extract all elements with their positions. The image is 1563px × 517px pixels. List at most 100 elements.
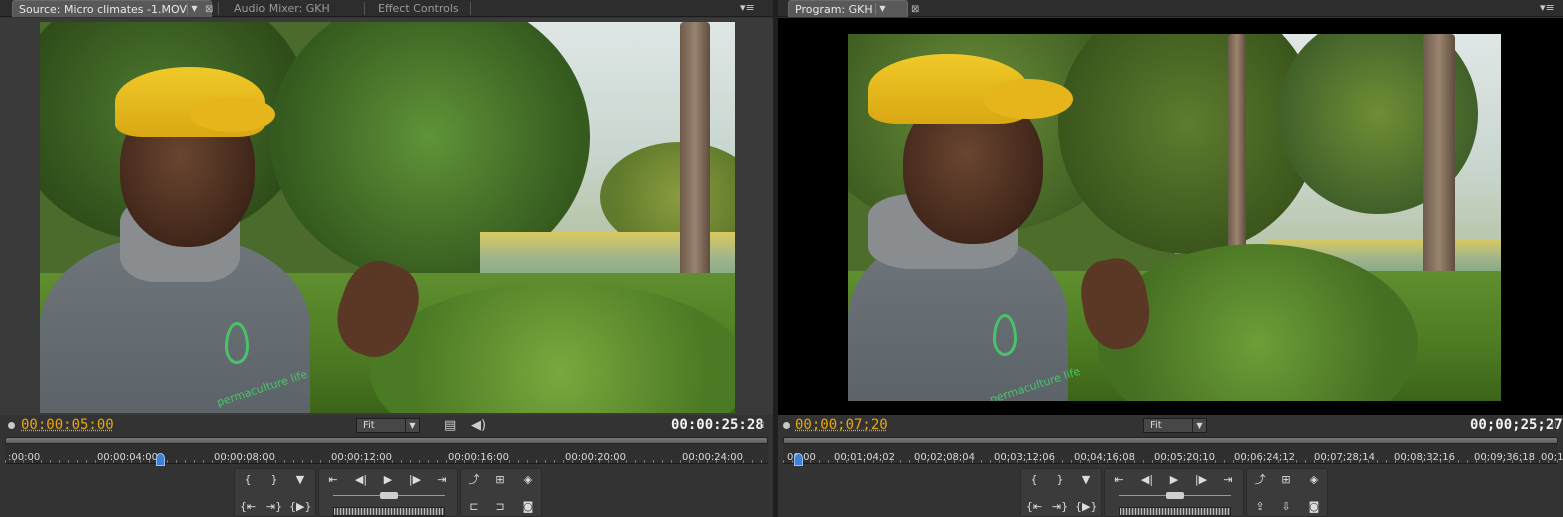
step-forward-button[interactable]: |▶ — [404, 470, 426, 489]
step-back-edit-button[interactable]: ⇤ — [322, 470, 344, 489]
step-back-button[interactable]: ◀| — [350, 470, 372, 489]
cap-brim — [983, 79, 1073, 119]
tab-program-label: Program: GKH — [795, 3, 873, 16]
tab-program[interactable]: Program: GKH ▼ ⊠ — [788, 0, 919, 17]
ruler-label: 00:00:16:00 — [448, 452, 510, 463]
program-video-viewport[interactable]: permaculture life — [778, 18, 1563, 415]
jog-knob[interactable] — [1166, 492, 1184, 499]
source-video-viewport[interactable]: permaculture life — [0, 18, 773, 415]
program-marker-group: { } ▼ {⇤ ⇥} {▶} — [1020, 468, 1102, 517]
tab-effect-controls[interactable]: Effect Controls — [372, 0, 482, 17]
source-tab-bar: Source: Micro climates -1.MOV ▼ ⊠ Audio … — [0, 0, 773, 17]
step-forward-button[interactable]: |▶ — [1190, 470, 1212, 489]
source-time-ruler[interactable]: :00:00 00:00:04:00 00:00:08:00 00:00:12:… — [5, 437, 768, 466]
set-marker-button[interactable]: ▼ — [1075, 470, 1097, 489]
loop-button[interactable]: ⤴ — [1249, 470, 1271, 489]
ruler-label: 00;09;36;18 — [1474, 452, 1536, 463]
panel-menu-icon[interactable]: ▾≡ — [1540, 2, 1555, 14]
ruler-label: 00;1 — [1541, 452, 1563, 463]
program-jog-slider[interactable] — [1119, 492, 1231, 501]
source-jog-slider[interactable] — [333, 492, 445, 501]
tab-program-close-icon[interactable]: ⊠ — [911, 1, 919, 18]
loop-button[interactable]: ⤴ — [463, 470, 485, 489]
go-to-in-button[interactable]: {⇤ — [237, 497, 259, 516]
tab-separator — [218, 2, 219, 15]
go-to-in-button[interactable]: {⇤ — [1023, 497, 1045, 516]
go-to-out-button[interactable]: ⇥} — [1049, 497, 1071, 516]
lift-button[interactable]: ⇪ — [1249, 497, 1271, 516]
safe-margins-button[interactable]: ⊞ — [489, 470, 511, 489]
safe-margins-button[interactable]: ⊞ — [1275, 470, 1297, 489]
go-to-out-button[interactable]: ⇥} — [263, 497, 285, 516]
source-marker-dot — [8, 422, 15, 429]
set-marker-button[interactable]: ▼ — [289, 470, 311, 489]
ruler-label: 00;03;12;06 — [994, 452, 1056, 463]
play-button[interactable]: ▶ — [377, 470, 399, 489]
program-ruler-track[interactable]: 00;00 00;01;04;02 00;02;08;04 00;03;12;0… — [783, 444, 1563, 466]
chevron-down-icon: ▼ — [1192, 419, 1206, 432]
source-duration-timecode: 00:00:25:28 — [671, 417, 764, 433]
program-current-timecode[interactable]: 00;00;07;20 — [795, 417, 888, 433]
source-playhead[interactable] — [156, 453, 166, 466]
overlay-button[interactable]: ⊐ — [489, 497, 511, 516]
cap-brim — [190, 97, 275, 132]
mark-in-button[interactable]: { — [1023, 470, 1045, 489]
source-transport-controls: { } ▼ {⇤ ⇥} {▶} ⇤ ◀| ▶ |▶ ⇥ ⤴ ⊞ ◈ ⊏ ⊐ ◙ — [0, 468, 773, 517]
program-zoom-select[interactable]: Fit ▼ — [1143, 418, 1207, 433]
output-button[interactable]: ◈ — [1303, 470, 1325, 489]
tab-audio-mixer[interactable]: Audio Mixer: GKH — [228, 0, 358, 17]
source-zoom-value: Fit — [363, 420, 375, 431]
source-monitor-panel: Source: Micro climates -1.MOV ▼ ⊠ Audio … — [0, 0, 773, 517]
shirt-logo-icon — [993, 314, 1017, 356]
source-current-timecode[interactable]: 00:00:05:00 — [21, 417, 114, 433]
program-playback-group: ⇤ ◀| ▶ |▶ ⇥ — [1104, 468, 1244, 517]
step-forward-edit-button[interactable]: ⇥ — [431, 470, 453, 489]
insert-button[interactable]: ⊏ — [463, 497, 485, 516]
presenter: permaculture life — [848, 34, 1178, 401]
ruler-label: 00;02;08;04 — [914, 452, 976, 463]
output-button[interactable]: ◈ — [517, 470, 539, 489]
program-duration-timecode: 00;00;25;27 — [1470, 417, 1563, 433]
hand — [326, 252, 429, 367]
source-zoom-scrollbar[interactable] — [5, 437, 768, 444]
tab-source-close-icon[interactable]: ⊠ — [205, 1, 213, 18]
step-back-button[interactable]: ◀| — [1136, 470, 1158, 489]
step-back-edit-button[interactable]: ⇤ — [1108, 470, 1130, 489]
source-zoom-select[interactable]: Fit ▼ — [356, 418, 420, 433]
play-in-out-button[interactable]: {▶} — [289, 497, 311, 516]
ruler-label: 00;08;32;16 — [1394, 452, 1456, 463]
ruler-label: 00;04;16;08 — [1074, 452, 1136, 463]
program-playhead[interactable] — [793, 453, 803, 466]
resize-grip-icon[interactable]: ⁞⁞ — [1551, 421, 1557, 431]
program-zoom-scrollbar[interactable] — [783, 437, 1558, 444]
program-shuttle-wheel[interactable] — [1119, 507, 1231, 516]
speaker-icon[interactable]: ◀) — [471, 418, 486, 433]
mark-out-button[interactable]: } — [263, 470, 285, 489]
tab-source[interactable]: Source: Micro climates -1.MOV ▼ ⊠ — [12, 0, 213, 18]
camera-icon[interactable]: ◙ — [517, 497, 539, 516]
ruler-label: 00:00:08:00 — [214, 452, 276, 463]
filmstrip-icon[interactable]: ▤ — [444, 418, 456, 433]
program-video-frame: permaculture life — [848, 34, 1501, 401]
chevron-down-icon: ▼ — [405, 419, 419, 432]
resize-grip-icon[interactable]: ⁞⁞ — [759, 421, 765, 431]
camera-icon[interactable]: ◙ — [1303, 497, 1325, 516]
ruler-label: :00:00 — [8, 452, 41, 463]
program-time-ruler[interactable]: 00;00 00;01;04;02 00;02;08;04 00;03;12;0… — [783, 437, 1563, 466]
extract-button[interactable]: ⇩ — [1275, 497, 1297, 516]
mark-in-button[interactable]: { — [237, 470, 259, 489]
step-forward-edit-button[interactable]: ⇥ — [1217, 470, 1239, 489]
source-shuttle-wheel[interactable] — [333, 507, 445, 516]
tab-program-dropdown[interactable]: ▼ — [875, 3, 889, 15]
jog-knob[interactable] — [380, 492, 398, 499]
panel-menu-icon[interactable]: ▾≡ — [740, 2, 755, 14]
tab-source-dropdown[interactable]: ▼ — [187, 3, 201, 15]
source-ruler-track[interactable]: :00:00 00:00:04:00 00:00:08:00 00:00:12:… — [5, 444, 768, 466]
ruler-label: 00;06;24;12 — [1234, 452, 1296, 463]
source-video-frame: permaculture life — [40, 22, 735, 413]
program-transport-controls: { } ▼ {⇤ ⇥} {▶} ⇤ ◀| ▶ |▶ ⇥ ⤴ ⊞ ◈ ⇪ ⇩ ◙ — [778, 468, 1563, 517]
ruler-label: 00;05;20;10 — [1154, 452, 1216, 463]
play-button[interactable]: ▶ — [1163, 470, 1185, 489]
mark-out-button[interactable]: } — [1049, 470, 1071, 489]
play-in-out-button[interactable]: {▶} — [1075, 497, 1097, 516]
